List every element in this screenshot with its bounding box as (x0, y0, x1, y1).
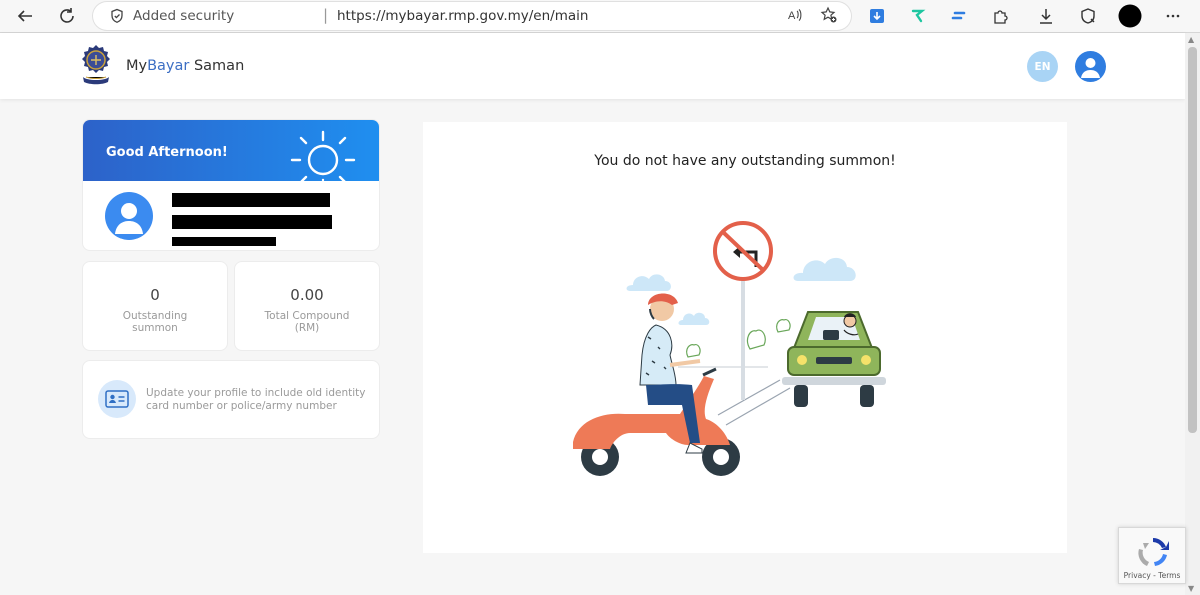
page-scrollbar[interactable]: ▲ ▼ (1185, 33, 1200, 595)
total-compound-amount: 0.00 (290, 286, 324, 304)
brand-part-saman: Saman (189, 58, 245, 74)
update-profile-text: Update your profile to include old ident… (146, 387, 366, 412)
brand-part-bayar: Bayar (147, 58, 190, 74)
url-text[interactable]: https://mybayar.rmp.gov.my/en/main (337, 8, 588, 24)
security-label[interactable]: Added security (133, 8, 234, 24)
greeting-card: Good Afternoon! (82, 119, 380, 251)
downloads-icon[interactable] (1033, 3, 1059, 29)
user-icon (115, 203, 143, 234)
total-compound-label: Total Compound (RM) (264, 310, 350, 334)
user-icon (1081, 58, 1100, 78)
greeting-text: Good Afternoon! (106, 145, 228, 160)
recaptcha-badge[interactable]: Privacy - Terms (1118, 527, 1186, 584)
scroll-up-arrow-icon[interactable]: ▲ (1188, 35, 1194, 44)
extension-blue-icon[interactable] (946, 3, 972, 29)
read-aloud-icon[interactable]: A (786, 6, 804, 28)
more-options-icon[interactable] (1160, 3, 1186, 29)
back-icon[interactable] (12, 3, 38, 29)
summons-panel: You do not have any outstanding summon! (423, 122, 1067, 553)
recaptcha-logo-icon (1135, 535, 1171, 573)
shield-icon[interactable] (109, 8, 125, 28)
favorite-add-icon[interactable] (820, 6, 838, 28)
refresh-icon[interactable] (54, 3, 80, 29)
browser-toolbar: Added security | https://mybayar.rmp.gov… (0, 0, 1200, 33)
outstanding-summon-card[interactable]: 0 Outstanding summon (82, 261, 228, 351)
extension-green-icon[interactable] (905, 3, 931, 29)
brand-part-my: My (126, 58, 148, 74)
sun-icon (288, 126, 358, 186)
redacted-details (172, 215, 332, 229)
user-avatar (105, 192, 153, 240)
greeting-banner: Good Afternoon! (83, 120, 379, 184)
redacted-id (172, 237, 276, 246)
outstanding-summon-count: 0 (150, 286, 160, 304)
redacted-name (172, 193, 330, 207)
address-bar[interactable]: Added security | https://mybayar.rmp.gov… (93, 2, 851, 30)
language-button[interactable]: EN (1027, 51, 1058, 82)
recaptcha-privacy-terms[interactable]: Privacy - Terms (1119, 571, 1185, 580)
download-extension-icon[interactable] (864, 3, 890, 29)
police-logo-icon[interactable] (77, 43, 115, 87)
id-card-icon (98, 380, 136, 418)
site-header: MyBayar Saman EN (0, 33, 1185, 99)
scooter-and-car-illustration (568, 217, 923, 486)
total-compound-card[interactable]: 0.00 Total Compound (RM) (234, 261, 380, 351)
brand-name[interactable]: MyBayar Saman (126, 58, 244, 74)
user-avatar-button[interactable] (1075, 51, 1106, 82)
outstanding-summon-label: Outstanding summon (122, 310, 188, 334)
browser-essentials-icon[interactable] (1075, 3, 1101, 29)
no-summon-message: You do not have any outstanding summon! (594, 153, 896, 169)
update-profile-card[interactable]: Update your profile to include old ident… (82, 360, 380, 439)
scroll-down-arrow-icon[interactable]: ▼ (1188, 584, 1194, 593)
address-separator: | (323, 6, 329, 24)
profile-circle-icon[interactable] (1117, 3, 1143, 29)
scroll-thumb[interactable] (1188, 47, 1197, 433)
extensions-puzzle-icon[interactable] (987, 3, 1013, 29)
svg-text:A: A (788, 10, 796, 22)
